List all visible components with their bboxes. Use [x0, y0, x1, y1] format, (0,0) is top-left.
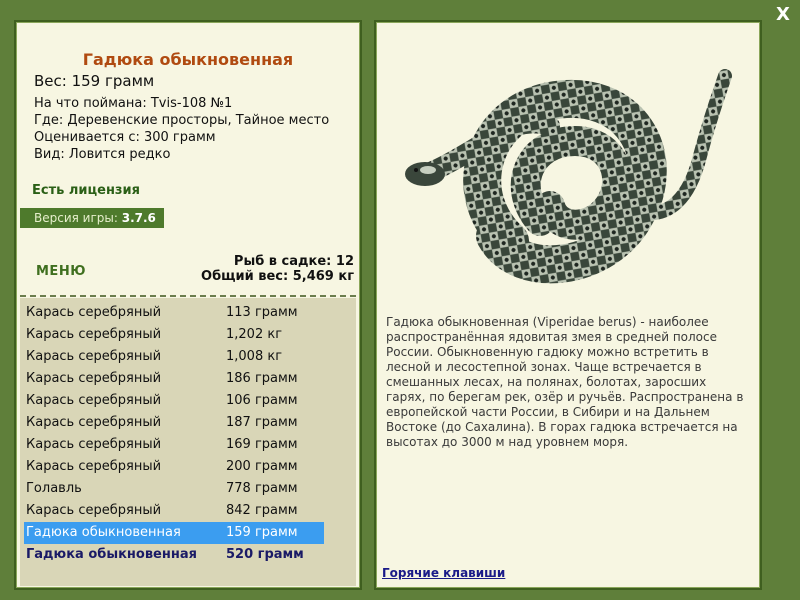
- list-item-weight: 187 грамм: [226, 415, 298, 430]
- list-item[interactable]: Карась серебряный 106 грамм: [24, 390, 324, 412]
- list-item-name: Карась серебряный: [26, 349, 162, 364]
- menu-button[interactable]: МЕНЮ: [36, 264, 86, 279]
- list-item[interactable]: Карась серебряный 113 грамм: [24, 302, 324, 324]
- caught-on: На что поймана: Tvis-108 №1: [34, 96, 233, 111]
- list-item-name: Карась серебряный: [26, 459, 162, 474]
- catch-list: Карась серебряный 113 грамм Карась сереб…: [20, 298, 356, 586]
- fish-title: Гадюка обыкновенная: [82, 50, 294, 69]
- list-item-name: Карась серебряный: [26, 393, 162, 408]
- list-item-weight: 159 грамм: [226, 525, 298, 540]
- close-icon[interactable]: X: [772, 4, 794, 26]
- list-item[interactable]: Голавль 778 грамм: [24, 478, 324, 500]
- list-item-name: Карась серебряный: [26, 503, 162, 518]
- list-item-weight: 842 грамм: [226, 503, 298, 518]
- list-item-weight: 200 грамм: [226, 459, 298, 474]
- keepnet-total: Общий вес: 5,469 кг: [201, 269, 354, 284]
- fish-description: Гадюка обыкновенная (Viperidae berus) - …: [386, 315, 744, 449]
- list-item[interactable]: Карась серебряный 169 грамм: [24, 434, 324, 456]
- list-item-name: Гадюка обыкновенная: [26, 547, 197, 562]
- list-item-name: Карась серебряный: [26, 437, 162, 452]
- list-item-name: Карась серебряный: [26, 327, 162, 342]
- list-item[interactable]: Карась серебряный 1,202 кг: [24, 324, 324, 346]
- keepnet-stats: Рыб в садке: 12 Общий вес: 5,469 кг: [201, 254, 354, 284]
- list-item-weight: 1,202 кг: [226, 327, 283, 342]
- list-item-name: Карась серебряный: [26, 371, 162, 386]
- list-item-weight: 778 грамм: [226, 481, 298, 496]
- list-item-name: Голавль: [26, 481, 82, 496]
- viper-image: [405, 69, 732, 284]
- list-item-name: Карась серебряный: [26, 415, 162, 430]
- version-value: 3.7.6: [121, 211, 156, 225]
- version-label: Версия игры:: [34, 211, 118, 225]
- list-item-weight: 106 грамм: [226, 393, 298, 408]
- rarity: Вид: Ловится редко: [34, 147, 171, 162]
- fish-detail-panel: Гадюка обыкновенная (Viperidae berus) - …: [374, 20, 762, 590]
- list-item[interactable]: Карась серебряный 187 грамм: [24, 412, 324, 434]
- valued-from: Оценивается с: 300 грамм: [34, 130, 216, 145]
- list-item-weight: 186 грамм: [226, 371, 298, 386]
- keepnet-count: Рыб в садке: 12: [233, 254, 354, 269]
- list-item-weight: 1,008 кг: [226, 349, 283, 364]
- list-item[interactable]: Карась серебряный 1,008 кг: [24, 346, 324, 368]
- fish-info-panel: Гадюка обыкновенная Вес: 159 грамм На чт…: [14, 20, 362, 590]
- location: Где: Деревенские просторы, Тайное место: [34, 113, 330, 128]
- list-item-weight: 520 грамм: [226, 547, 304, 562]
- list-item-weight: 169 грамм: [226, 437, 298, 452]
- list-item[interactable]: Карась серебряный 842 грамм: [24, 500, 324, 522]
- list-item[interactable]: Гадюка обыкновенная 520 грамм: [24, 544, 324, 566]
- fish-weight: Вес: 159 грамм: [34, 72, 155, 90]
- list-item[interactable]: Карась серебряный 200 грамм: [24, 456, 324, 478]
- version-badge: Версия игры: 3.7.6: [20, 208, 164, 228]
- license-status: Есть лицензия: [32, 183, 140, 198]
- list-item-selected[interactable]: Гадюка обыкновенная 159 грамм: [24, 522, 324, 544]
- divider: [20, 295, 356, 297]
- list-item-weight: 113 грамм: [226, 305, 298, 320]
- list-item-name: Гадюка обыкновенная: [26, 525, 181, 540]
- list-item[interactable]: Карась серебряный 186 грамм: [24, 368, 324, 390]
- list-item-name: Карась серебряный: [26, 305, 162, 320]
- hotkeys-link[interactable]: Горячие клавиши: [382, 566, 505, 580]
